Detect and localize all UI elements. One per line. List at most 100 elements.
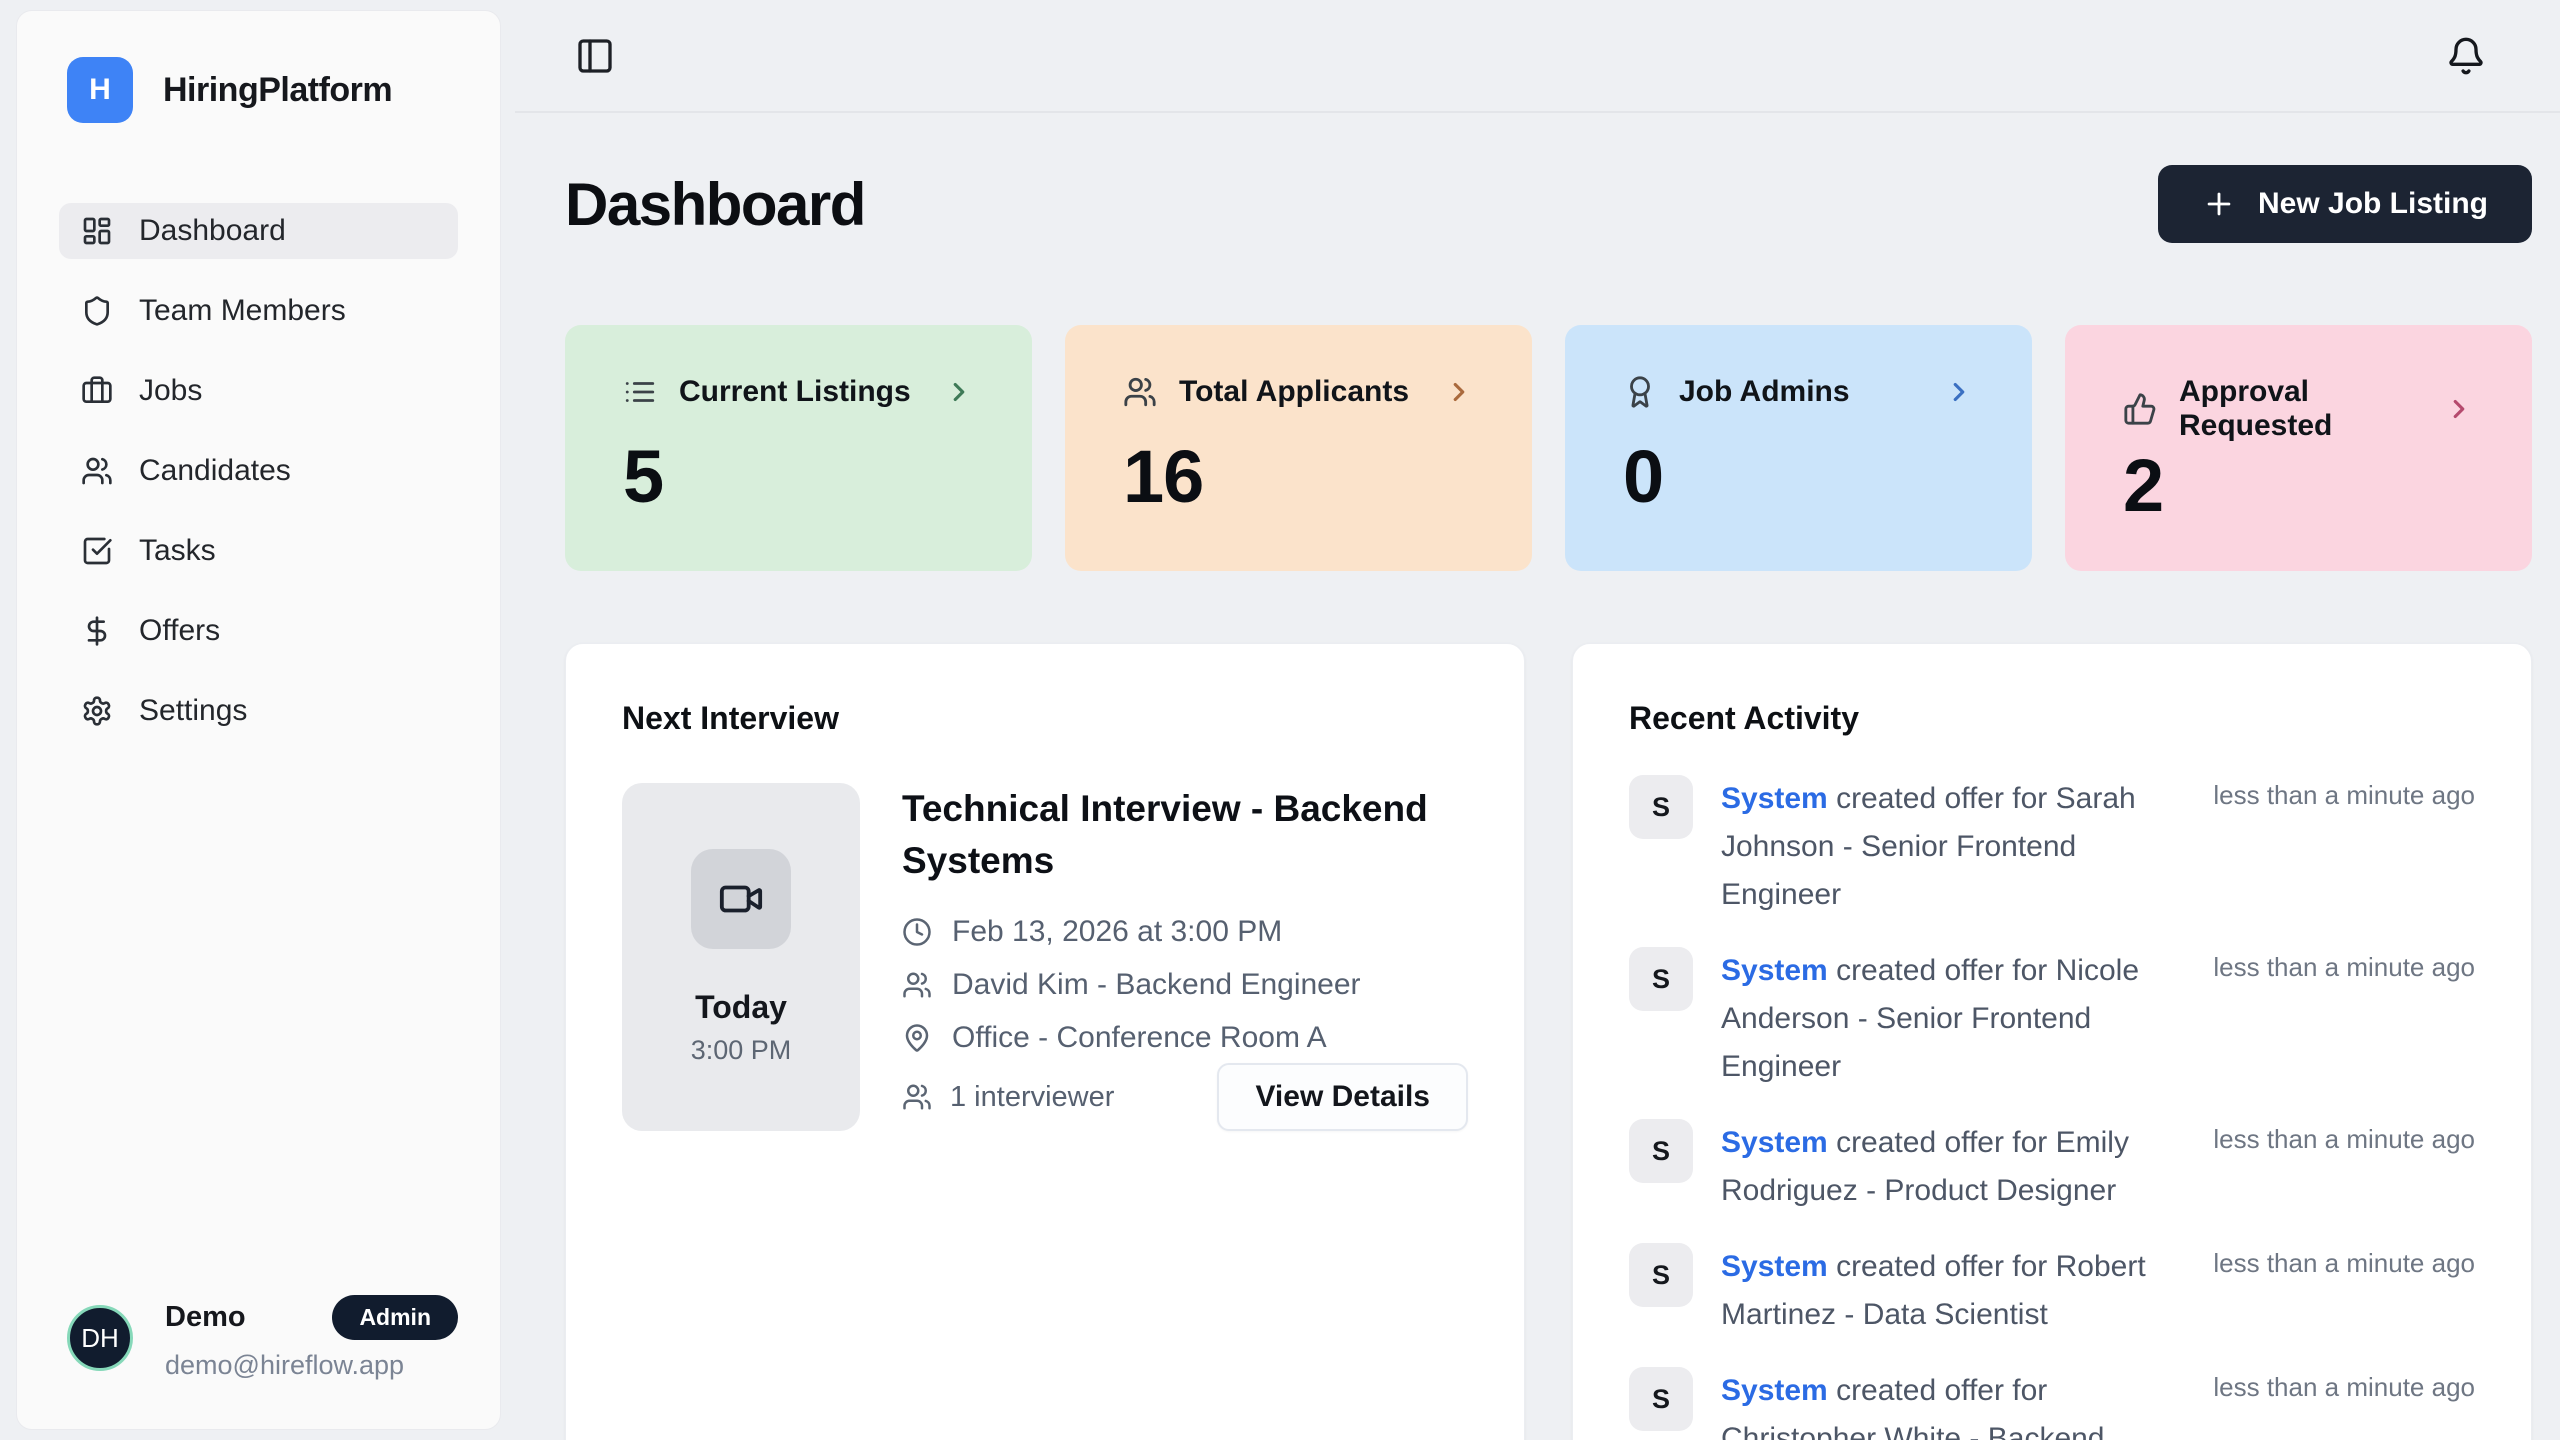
activity-text: System created offer for Robert Martinez…	[1721, 1243, 2189, 1339]
sidebar-item-label: Tasks	[139, 534, 216, 568]
interviewer-count: 1 interviewer	[950, 1081, 1114, 1114]
stat-label: Approval Requested	[2179, 375, 2422, 443]
recent-activity-panel: Recent Activity S System created offer f…	[1572, 643, 2532, 1440]
chevron-right-icon	[1444, 377, 1474, 407]
activity-text: System created offer for Sarah Johnson -…	[1721, 775, 2189, 919]
shield-icon	[81, 295, 113, 327]
interview-title: Technical Interview - Backend Systems	[902, 783, 1468, 887]
stat-card-current-listings[interactable]: Current Listings 5	[565, 325, 1032, 571]
activity-list-item: S System created offer for Sarah Johnson…	[1629, 775, 2475, 919]
notifications-button[interactable]	[2446, 36, 2486, 76]
topbar	[515, 0, 2560, 113]
sidebar-toggle-button[interactable]	[575, 36, 615, 76]
map-pin-icon	[902, 1023, 932, 1053]
main-area: Dashboard New Job Listing Current Listin…	[515, 0, 2560, 1440]
stat-label: Total Applicants	[1179, 375, 1409, 409]
activity-timestamp: less than a minute ago	[2189, 1367, 2475, 1403]
stats-row: Current Listings 5 Total Applicants	[565, 325, 2532, 571]
activity-text: System created offer for Emily Rodriguez…	[1721, 1119, 2189, 1215]
sidebar-item-tasks[interactable]: Tasks	[59, 523, 458, 579]
brand-name: HiringPlatform	[163, 71, 392, 110]
sidebar-item-team-members[interactable]: Team Members	[59, 283, 458, 339]
user-name: Demo	[165, 1301, 246, 1334]
layout-dashboard-icon	[81, 215, 113, 247]
users-icon	[1123, 375, 1157, 409]
award-icon	[1623, 375, 1657, 409]
stat-label: Job Admins	[1679, 375, 1850, 409]
activity-list: S System created offer for Sarah Johnson…	[1629, 775, 2475, 1440]
activity-timestamp: less than a minute ago	[2189, 775, 2475, 811]
sidebar-item-candidates[interactable]: Candidates	[59, 443, 458, 499]
sidebar-item-label: Offers	[139, 614, 220, 648]
view-details-button[interactable]: View Details	[1217, 1063, 1468, 1131]
activity-actor-link[interactable]: System	[1721, 1250, 1828, 1283]
activity-actor-link[interactable]: System	[1721, 954, 1828, 987]
stat-card-total-applicants[interactable]: Total Applicants 16	[1065, 325, 1532, 571]
interview-date-tile: Today 3:00 PM	[622, 783, 860, 1131]
video-camera-icon	[691, 849, 791, 949]
user-role-badge: Admin	[332, 1295, 458, 1340]
activity-avatar: S	[1629, 775, 1693, 839]
sidebar-item-offers[interactable]: Offers	[59, 603, 458, 659]
activity-timestamp: less than a minute ago	[2189, 947, 2475, 983]
activity-list-item: S System created offer for Robert Martin…	[1629, 1243, 2475, 1339]
user-email: demo@hireflow.app	[165, 1350, 458, 1381]
users-icon	[902, 1082, 932, 1112]
content: Dashboard New Job Listing Current Listin…	[515, 113, 2560, 1440]
stat-card-approval-requested[interactable]: Approval Requested 2	[2065, 325, 2532, 571]
brand-initial: H	[89, 73, 111, 107]
recent-activity-heading: Recent Activity	[1629, 700, 2475, 737]
sidebar-item-dashboard[interactable]: Dashboard	[59, 203, 458, 259]
sidebar-item-label: Jobs	[139, 374, 202, 408]
interview-candidate: David Kim - Backend Engineer	[952, 968, 1361, 1002]
activity-actor-link[interactable]: System	[1721, 782, 1828, 815]
stat-card-job-admins[interactable]: Job Admins 0	[1565, 325, 2032, 571]
activity-avatar: S	[1629, 1243, 1693, 1307]
avatar: DH	[67, 1305, 133, 1371]
brand: H HiringPlatform	[17, 11, 500, 123]
stat-value: 16	[1123, 434, 1474, 519]
sidebar: H HiringPlatform Dashboard Team Members …	[16, 10, 501, 1430]
stat-value: 5	[623, 434, 974, 519]
activity-list-item: S System created offer for Nicole Anders…	[1629, 947, 2475, 1091]
sidebar-user[interactable]: DH Demo Admin demo@hireflow.app	[17, 1295, 500, 1429]
users-icon	[81, 455, 113, 487]
interview-location: Office - Conference Room A	[952, 1021, 1327, 1055]
sidebar-item-jobs[interactable]: Jobs	[59, 363, 458, 419]
brand-logo: H	[67, 57, 133, 123]
list-icon	[623, 375, 657, 409]
gear-icon	[81, 695, 113, 727]
activity-text: System created offer for Nicole Anderson…	[1721, 947, 2189, 1091]
briefcase-icon	[81, 375, 113, 407]
interview-day: Today	[695, 989, 787, 1026]
thumbs-up-icon	[2123, 392, 2157, 426]
panel-left-icon	[575, 36, 615, 76]
clock-icon	[902, 917, 932, 947]
activity-avatar: S	[1629, 947, 1693, 1011]
sidebar-item-label: Settings	[139, 694, 247, 728]
new-job-listing-label: New Job Listing	[2258, 187, 2488, 221]
check-square-icon	[81, 535, 113, 567]
avatar-initials: DH	[81, 1323, 119, 1354]
activity-text: System created offer for Christopher Whi…	[1721, 1367, 2189, 1440]
plus-icon	[2202, 187, 2236, 221]
chevron-right-icon	[2444, 394, 2474, 424]
bell-icon	[2446, 36, 2486, 76]
activity-avatar: S	[1629, 1367, 1693, 1431]
activity-list-item: S System created offer for Emily Rodrigu…	[1629, 1119, 2475, 1215]
activity-avatar: S	[1629, 1119, 1693, 1183]
user-info: Demo Admin demo@hireflow.app	[165, 1295, 458, 1381]
new-job-listing-button[interactable]: New Job Listing	[2158, 165, 2532, 243]
chevron-right-icon	[944, 377, 974, 407]
sidebar-item-settings[interactable]: Settings	[59, 683, 458, 739]
next-interview-heading: Next Interview	[622, 700, 1468, 737]
activity-actor-link[interactable]: System	[1721, 1126, 1828, 1159]
activity-actor-link[interactable]: System	[1721, 1374, 1828, 1407]
sidebar-item-label: Candidates	[139, 454, 291, 488]
sidebar-item-label: Dashboard	[139, 214, 286, 248]
activity-timestamp: less than a minute ago	[2189, 1119, 2475, 1155]
chevron-right-icon	[1944, 377, 1974, 407]
users-icon	[902, 970, 932, 1000]
sidebar-item-label: Team Members	[139, 294, 346, 328]
interview-time: 3:00 PM	[691, 1035, 792, 1066]
